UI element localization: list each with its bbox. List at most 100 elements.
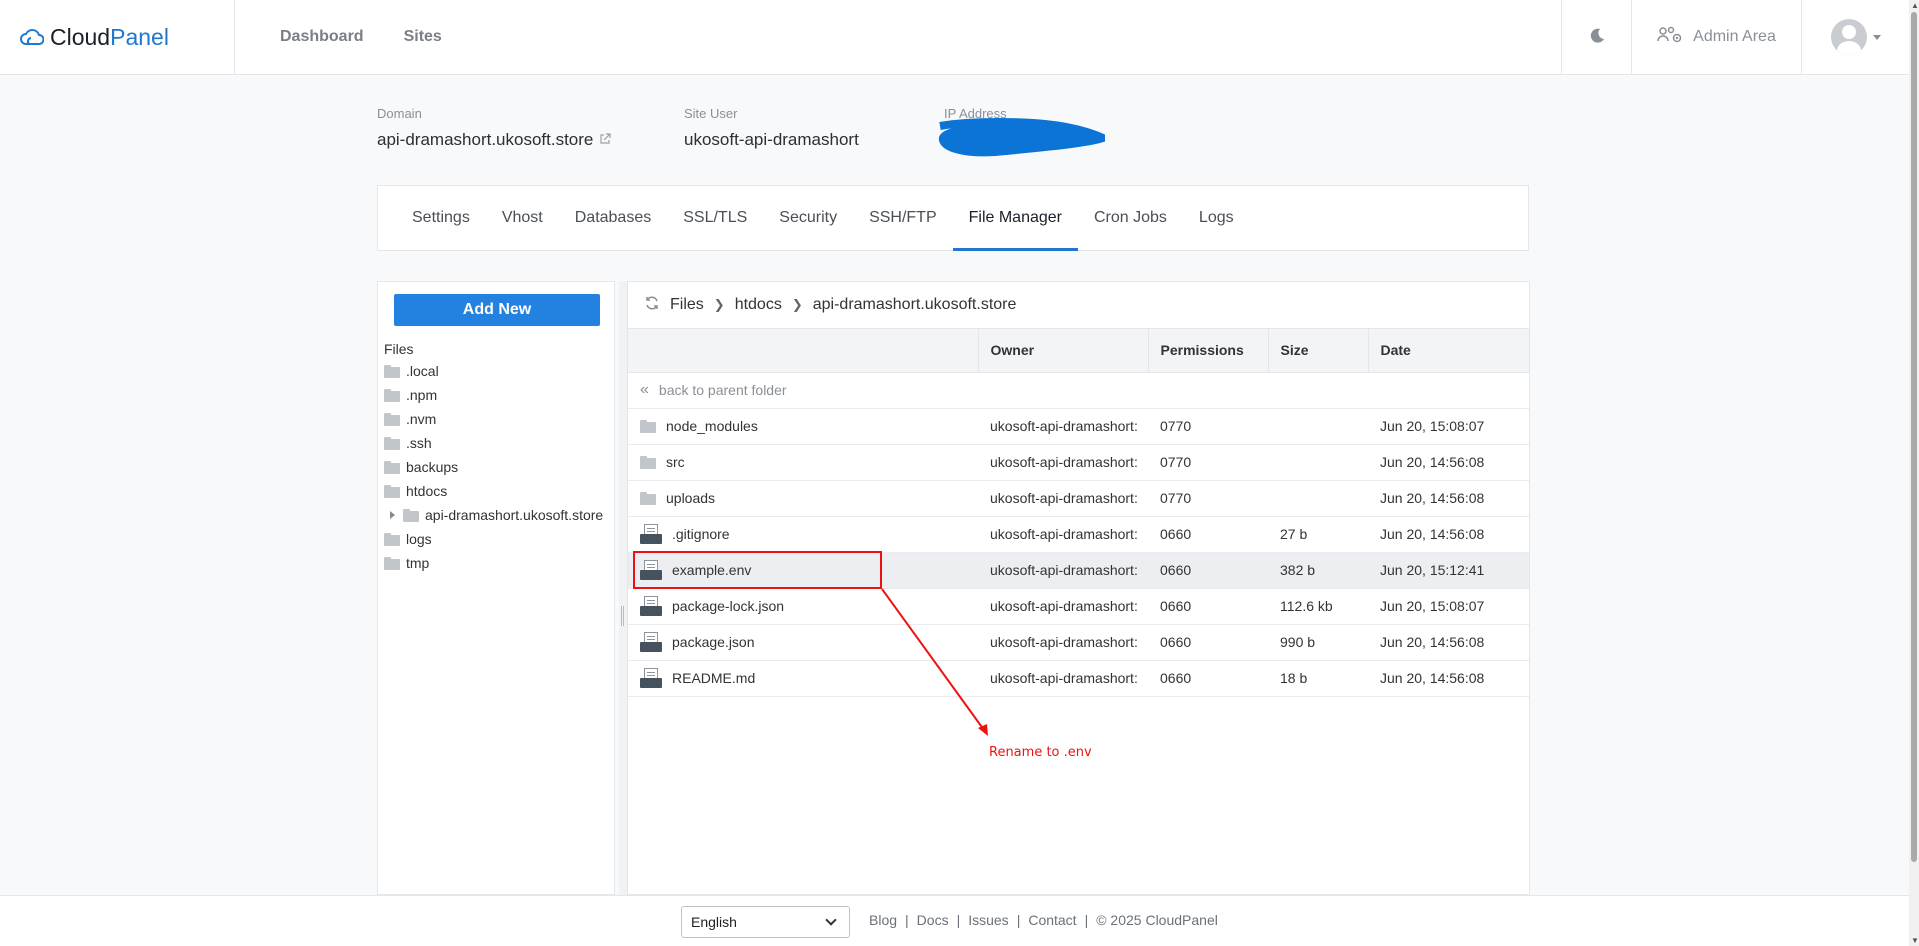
table-row[interactable]: .gitignore ukosoft-api-dramashort: 0660 27 … [628, 516, 1529, 553]
file-date: Jun 20, 14:56:08 [1368, 444, 1529, 481]
page-scrollbar[interactable]: ▲ ▼ [1909, 0, 1919, 946]
tab-vhost[interactable]: Vhost [486, 186, 559, 250]
folder-icon [640, 455, 656, 469]
expand-arrow-icon[interactable] [390, 511, 395, 519]
splitter-grip[interactable] [621, 606, 624, 626]
table-row[interactable]: src ukosoft-api-dramashort: 0770 Jun 20, 14… [628, 444, 1529, 481]
external-link-icon[interactable] [599, 130, 611, 150]
table-row[interactable]: README.md ukosoft-api-dramashort: 0660 18 b… [628, 660, 1529, 697]
file-date: Jun 20, 14:56:08 [1368, 480, 1529, 517]
add-new-button[interactable]: Add New [394, 294, 600, 326]
file-name[interactable]: node_modules [666, 418, 758, 434]
file-permissions: 0660 [1148, 624, 1268, 661]
main-nav: Dashboard Sites [280, 28, 442, 46]
table-row[interactable]: package.json ukosoft-api-dramashort: 0660 9… [628, 624, 1529, 661]
theme-toggle-button[interactable] [1561, 0, 1631, 75]
tab-ssl-tls[interactable]: SSL/TLS [667, 186, 763, 250]
tree-root-files[interactable]: Files [384, 339, 614, 359]
tab-security[interactable]: Security [763, 186, 853, 250]
scroll-down-icon[interactable]: ▼ [1911, 936, 1919, 945]
file-permissions: 0770 [1148, 408, 1268, 445]
annotation-text: Rename to .env [989, 745, 1092, 760]
chevron-down-icon [825, 914, 837, 926]
tree-folder[interactable]: backups [384, 455, 614, 479]
file-name[interactable]: package-lock.json [672, 598, 784, 614]
breadcrumb-htdocs[interactable]: htdocs [735, 296, 782, 314]
folder-icon [403, 508, 419, 522]
nav-dashboard[interactable]: Dashboard [280, 28, 364, 46]
tab-databases[interactable]: Databases [559, 186, 668, 250]
file-permissions: 0660 [1148, 588, 1268, 625]
tree-folder[interactable]: htdocs [384, 479, 614, 503]
nav-sites[interactable]: Sites [404, 28, 442, 46]
top-bar: CloudPanel Dashboard Sites Admin Area [0, 0, 1909, 75]
file-owner: ukosoft-api-dramashort: [978, 624, 1148, 661]
file-owner: ukosoft-api-dramashort: [978, 660, 1148, 697]
file-size: 18 b [1268, 660, 1368, 697]
file-name[interactable]: src [666, 454, 685, 470]
tree-folder[interactable]: .ssh [384, 431, 614, 455]
language-value: English [691, 914, 737, 930]
tree-folder[interactable]: .nvm [384, 407, 614, 431]
tab-file-manager[interactable]: File Manager [952, 186, 1079, 251]
file-date: Jun 20, 15:12:41 [1368, 552, 1529, 589]
file-name[interactable]: package.json [672, 634, 755, 650]
tree-folder[interactable]: .local [384, 359, 614, 383]
cloud-icon [20, 26, 45, 49]
file-name[interactable]: uploads [666, 490, 715, 506]
footer-links: Blog | Docs | Issues | Contact | © 2025 Clou… [869, 912, 1218, 928]
footer-link-blog[interactable]: Blog [869, 912, 897, 928]
file-owner: ukosoft-api-dramashort: [978, 552, 1148, 589]
brand-logo[interactable]: CloudPanel [0, 0, 235, 75]
folder-icon [384, 436, 400, 450]
parent-folder-row[interactable]: « back to parent folder [628, 372, 1529, 409]
parent-folder-label: back to parent folder [658, 382, 787, 398]
language-select[interactable]: English [681, 906, 850, 938]
column-name[interactable] [628, 329, 978, 373]
column-permissions[interactable]: Permissions [1147, 329, 1268, 373]
brand-name: CloudPanel [50, 23, 169, 50]
refresh-icon[interactable] [644, 295, 660, 316]
footer-link-issues[interactable]: Issues [968, 912, 1008, 928]
table-row[interactable]: uploads ukosoft-api-dramashort: 0770 Jun 20… [628, 480, 1529, 517]
file-size [1268, 408, 1368, 445]
folder-icon [384, 412, 400, 426]
table-row[interactable]: package-lock.json ukosoft-api-dramashort:… [628, 588, 1529, 625]
tab-cron-jobs[interactable]: Cron Jobs [1078, 186, 1183, 250]
domain-value[interactable]: api-dramashort.ukosoft.store [377, 130, 593, 150]
file-size [1268, 444, 1368, 481]
table-row[interactable]: node_modules ukosoft-api-dramashort: 0770 J… [628, 408, 1529, 445]
file-date: Jun 20, 15:08:07 [1368, 408, 1529, 445]
moon-icon [1588, 27, 1606, 48]
tree-folder-current[interactable]: api-dramashort.ukosoft.store [384, 503, 614, 527]
scrollbar-thumb[interactable] [1911, 12, 1917, 862]
tree-folder[interactable]: .npm [384, 383, 614, 407]
file-owner: ukosoft-api-dramashort: [978, 480, 1148, 517]
footer-link-docs[interactable]: Docs [917, 912, 949, 928]
tab-logs[interactable]: Logs [1183, 186, 1250, 250]
column-size[interactable]: Size [1267, 329, 1368, 373]
site-user-label: Site User [684, 106, 738, 121]
tree-folder[interactable]: tmp [384, 551, 614, 575]
column-date[interactable]: Date [1367, 329, 1529, 373]
chevron-right-icon: ❯ [713, 297, 725, 312]
user-menu-button[interactable] [1801, 0, 1909, 75]
file-icon [640, 596, 662, 616]
file-permissions: 0770 [1148, 480, 1268, 517]
footer-link-contact[interactable]: Contact [1028, 912, 1076, 928]
tree-folder[interactable]: logs [384, 527, 614, 551]
scroll-up-icon[interactable]: ▲ [1911, 1, 1919, 10]
file-name[interactable]: .gitignore [672, 526, 730, 542]
breadcrumb-current[interactable]: api-dramashort.ukosoft.store [813, 296, 1017, 314]
column-owner[interactable]: Owner [977, 329, 1148, 373]
tab-settings[interactable]: Settings [396, 186, 486, 250]
tab-ssh-ftp[interactable]: SSH/FTP [853, 186, 953, 250]
admin-area-button[interactable]: Admin Area [1631, 0, 1801, 75]
folder-icon [384, 364, 400, 378]
panel-splitter[interactable] [619, 281, 627, 895]
file-name[interactable]: README.md [672, 670, 755, 686]
file-permissions: 0660 [1148, 660, 1268, 697]
avatar [1830, 19, 1867, 55]
breadcrumb-files[interactable]: Files [670, 296, 704, 314]
footer-copyright: © 2025 CloudPanel [1096, 912, 1218, 928]
